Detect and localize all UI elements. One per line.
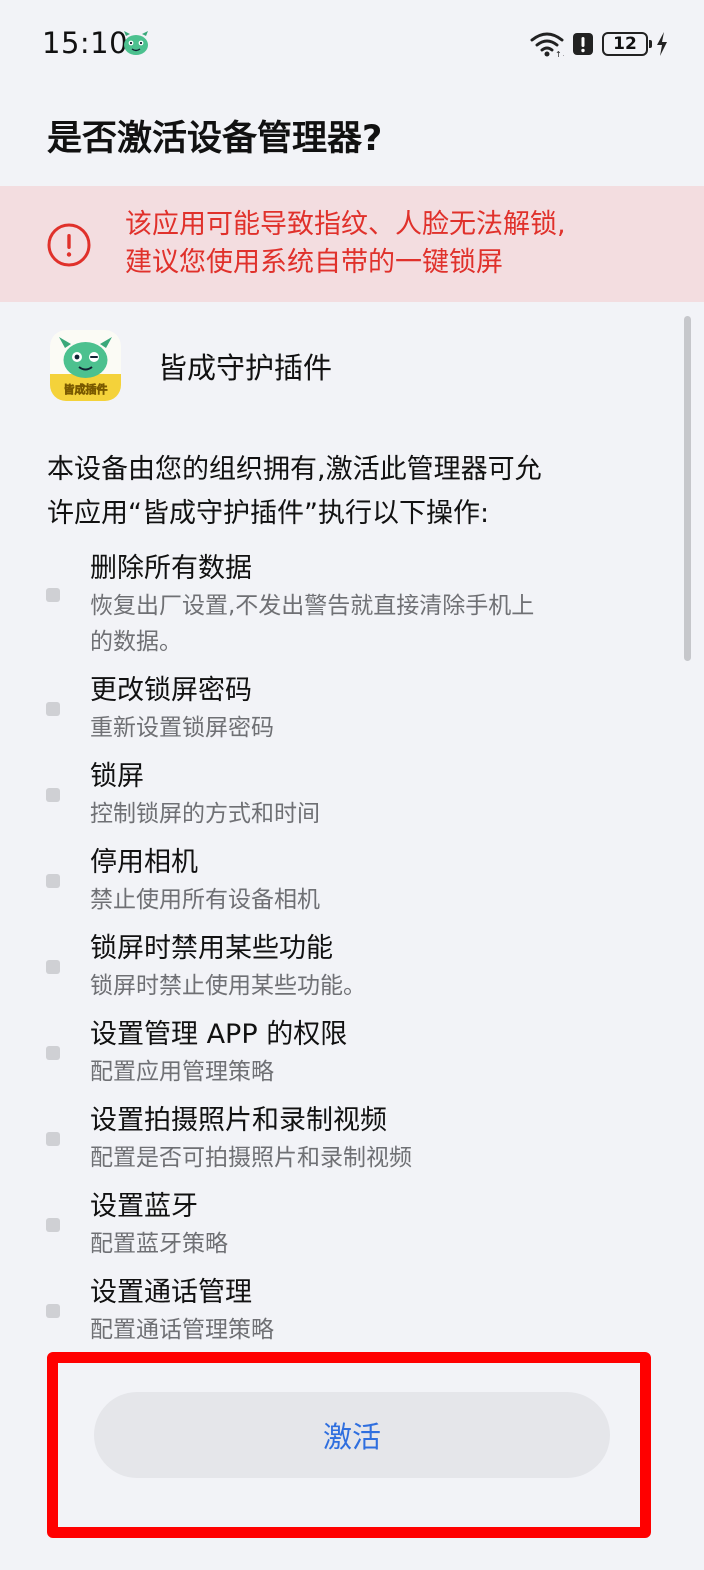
permission-bullet <box>46 588 60 602</box>
permission-list: 删除所有数据 恢复出厂设置,不发出警告就直接清除手机上 的数据。 更改锁屏密码 … <box>0 550 704 1342</box>
permission-title: 更改锁屏密码 <box>90 675 252 706</box>
permission-title: 设置拍摄照片和录制视频 <box>90 1105 387 1136</box>
permission-desc-line: 配置是否可拍摄照片和录制视频 <box>90 1145 412 1171</box>
admin-description: 本设备由您的组织拥有,激活此管理器可允 许应用“皆成守护插件”执行以下操作: <box>47 448 657 536</box>
permission-bullet <box>46 960 60 974</box>
app-name: 皆成守护插件 <box>158 350 333 385</box>
status-bar: 15:10 ↑↓ 12 <box>0 0 704 88</box>
description-line: 本设备由您的组织拥有,激活此管理器可允 <box>47 454 542 485</box>
permission-desc: 控制锁屏的方式和时间 <box>90 796 650 832</box>
permission-item: 设置蓝牙 配置蓝牙策略 <box>0 1188 704 1262</box>
alert-icon <box>573 33 593 55</box>
description-line: 许应用“皆成守护插件”执行以下操作: <box>47 498 490 529</box>
permission-desc: 配置蓝牙策略 <box>90 1226 650 1262</box>
svg-text:↑↓: ↑↓ <box>555 50 564 57</box>
permission-desc-line: 锁屏时禁止使用某些功能。 <box>90 973 366 999</box>
permission-desc-line: 配置应用管理策略 <box>90 1059 274 1085</box>
battery-icon: 12 <box>602 32 652 56</box>
permission-desc-line: 禁止使用所有设备相机 <box>90 887 320 913</box>
permission-desc: 恢复出厂设置,不发出警告就直接清除手机上 的数据。 <box>90 588 650 660</box>
permission-item: 锁屏时禁用某些功能 锁屏时禁止使用某些功能。 <box>0 930 704 1004</box>
permission-bullet <box>46 1046 60 1060</box>
permission-desc-line: 的数据。 <box>90 629 182 655</box>
page-title: 是否激活设备管理器? <box>47 119 383 159</box>
status-icons: ↑↓ 12 <box>530 28 668 60</box>
permission-desc-line: 配置蓝牙策略 <box>90 1231 228 1257</box>
permission-bullet <box>46 1132 60 1146</box>
permission-desc: 配置应用管理策略 <box>90 1054 650 1090</box>
permission-title: 删除所有数据 <box>90 553 252 584</box>
permission-title: 设置管理 APP 的权限 <box>90 1019 348 1050</box>
permission-item: 设置通话管理 配置通话管理策略 <box>0 1274 704 1342</box>
exclamation-circle-icon <box>47 223 91 267</box>
permission-bullet <box>46 1304 60 1318</box>
permission-item: 更改锁屏密码 重新设置锁屏密码 <box>0 672 704 746</box>
permission-desc: 禁止使用所有设备相机 <box>90 882 650 918</box>
permission-desc: 锁屏时禁止使用某些功能。 <box>90 968 650 1004</box>
permission-desc-line: 重新设置锁屏密码 <box>90 715 274 741</box>
permission-bullet <box>46 1218 60 1232</box>
warning-line: 建议您使用系统自带的一键锁屏 <box>125 247 503 278</box>
jicheng-plugin-app-icon: 皆成插件 <box>50 330 121 401</box>
app-info-row: 皆成插件 皆成守护插件 <box>50 330 332 401</box>
permission-title: 锁屏时禁用某些功能 <box>90 933 333 964</box>
permission-desc-line: 配置通话管理策略 <box>90 1317 274 1342</box>
permission-bullet <box>46 788 60 802</box>
permission-title: 设置通话管理 <box>90 1277 252 1308</box>
wifi-icon: ↑↓ <box>530 32 564 57</box>
app-icon-label: 皆成插件 <box>64 382 108 396</box>
permission-desc-line: 控制锁屏的方式和时间 <box>90 801 320 827</box>
permissions-scroll-area[interactable]: 皆成插件 皆成守护插件 本设备由您的组织拥有,激活此管理器可允 许应用“皆成守护… <box>0 302 704 1342</box>
permission-desc-line: 恢复出厂设置,不发出警告就直接清除手机上 <box>90 593 535 619</box>
permission-item: 停用相机 禁止使用所有设备相机 <box>0 844 704 918</box>
permission-desc: 配置通话管理策略 <box>90 1312 650 1342</box>
permission-desc: 重新设置锁屏密码 <box>90 710 650 746</box>
warning-text: 该应用可能导致指纹、人脸无法解锁, 建议您使用系统自带的一键锁屏 <box>125 206 665 282</box>
permission-item: 锁屏 控制锁屏的方式和时间 <box>0 758 704 832</box>
permission-desc: 配置是否可拍摄照片和录制视频 <box>90 1140 650 1176</box>
warning-line: 该应用可能导致指纹、人脸无法解锁, <box>125 209 566 240</box>
bottom-action-area: 激活 <box>0 1342 704 1570</box>
activate-button[interactable]: 激活 <box>94 1392 610 1478</box>
permission-item: 删除所有数据 恢复出厂设置,不发出警告就直接清除手机上 的数据。 <box>0 550 704 660</box>
permission-bullet <box>46 702 60 716</box>
permission-title: 设置蓝牙 <box>90 1191 198 1222</box>
permission-title: 锁屏 <box>90 761 144 792</box>
charging-icon <box>657 32 667 56</box>
battery-level: 12 <box>613 34 637 54</box>
permission-title: 停用相机 <box>90 847 198 878</box>
status-time: 15:10 <box>42 26 129 60</box>
permission-bullet <box>46 874 60 888</box>
permission-item: 设置拍摄照片和录制视频 配置是否可拍摄照片和录制视频 <box>0 1102 704 1176</box>
permission-item: 设置管理 APP 的权限 配置应用管理策略 <box>0 1016 704 1090</box>
warning-banner: 该应用可能导致指纹、人脸无法解锁, 建议您使用系统自带的一键锁屏 <box>0 186 704 302</box>
jicheng-mascot-icon <box>124 31 148 55</box>
device-admin-page: 15:10 ↑↓ 12 <box>0 0 704 1570</box>
